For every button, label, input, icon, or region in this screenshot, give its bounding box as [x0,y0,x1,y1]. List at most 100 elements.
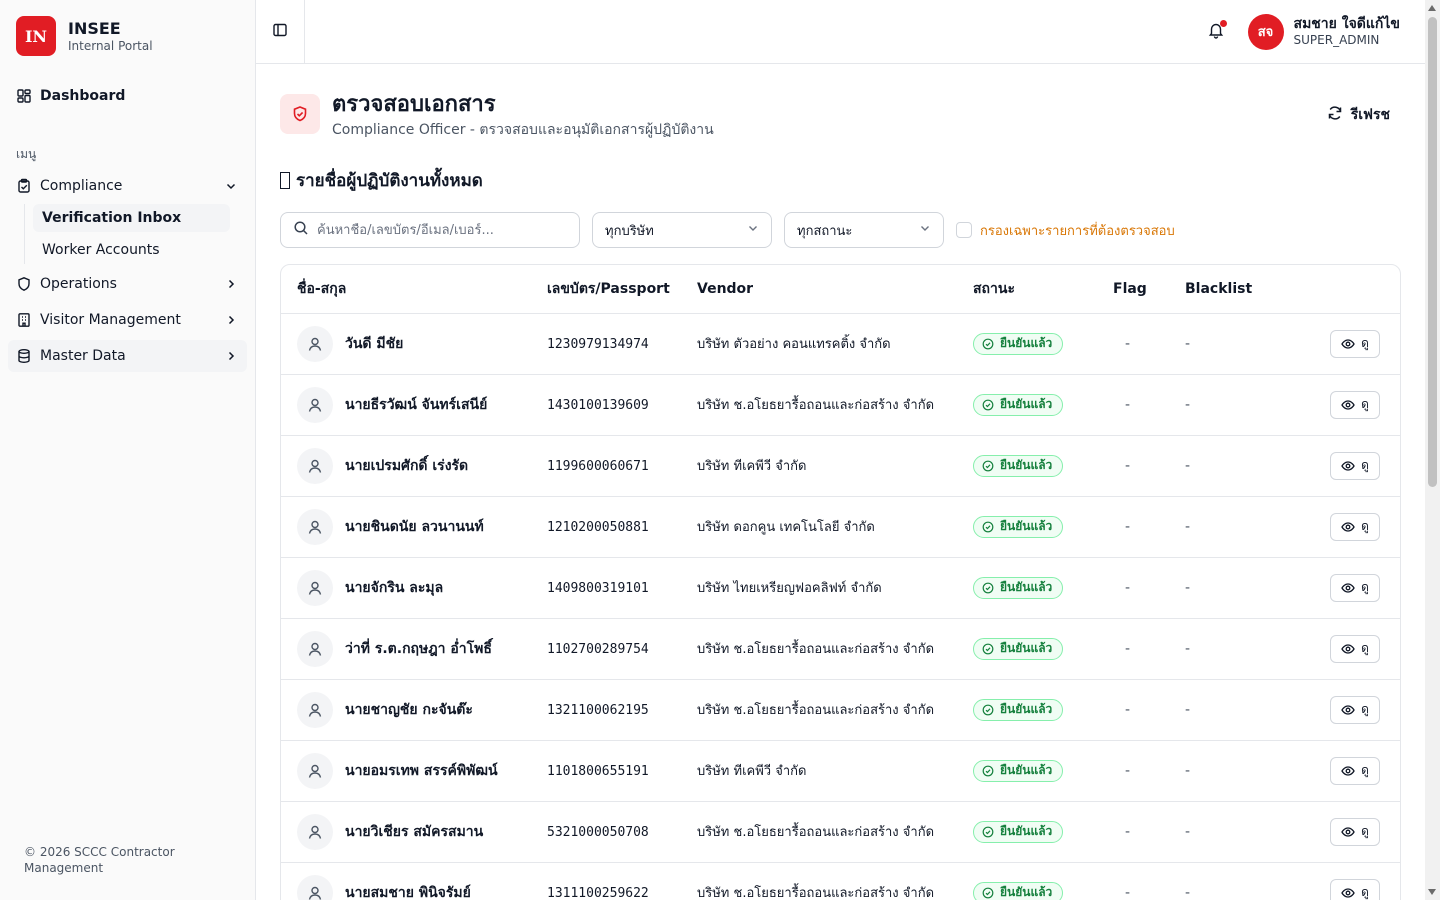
cell-vendor: บริษัท ไทยเหรียญฟอคลิฟท์ จำกัด [697,557,973,619]
page-heading: ตรวจสอบเอกสาร Compliance Officer - ตรวจส… [332,92,714,140]
column-header-blacklist[interactable]: Blacklist [1185,265,1285,314]
cell-actions: ดู [1285,801,1400,863]
refresh-button[interactable]: รีเฟรช [1327,104,1390,126]
status-badge: ยืนยันแล้ว [973,820,1064,843]
view-button[interactable]: ดู [1330,390,1380,419]
worker-name: ว่าที่ ร.ต.กฤษฎา อ่ำโพธิ์ [345,640,492,657]
column-header-vendor[interactable]: Vendor [697,265,973,314]
column-header-status[interactable]: สถานะ [973,265,1113,314]
cell-blacklist: - [1185,801,1285,863]
scroll-up-arrow[interactable] [1428,5,1436,11]
compliance-submenu: Verification Inbox Worker Accounts [24,204,255,264]
view-label: ดู [1361,824,1369,838]
sidebar-section-label: เมนู [16,147,37,161]
table-row[interactable]: นายชินดนัย ลวนานนท์ 1210200050881 บริษัท… [281,496,1400,558]
sidebar-item-label: Master Data [40,348,126,364]
topbar: สจ สมชาย ใจดีแก้ไข SUPER_ADMIN [256,0,1440,64]
cell-flag: - [1113,496,1185,558]
cell-actions: ดู [1285,496,1400,558]
table-row[interactable]: นายชาญชัย กะจันต๊ะ 1321100062195 บริษัท … [281,679,1400,741]
sidebar-toggle-button[interactable] [256,0,305,64]
avatar: สจ [1247,13,1284,50]
view-button[interactable]: ดู [1330,329,1380,358]
notifications-button[interactable] [1204,19,1228,44]
table-body: วันดี มีชัย 1230979134974 บริษัท ตัวอย่า… [281,313,1400,900]
page-content: ตรวจสอบเอกสาร Compliance Officer - ตรวจส… [256,64,1440,900]
user-menu[interactable]: สจ สมชาย ใจดีแก้ไข SUPER_ADMIN [1247,13,1400,50]
blacklist-value: - [1185,335,1191,352]
view-button[interactable]: ดู [1330,451,1380,480]
cell-name: นายเปรมศักดิ์ เร่งรัด [281,435,547,497]
sidebar-item-compliance[interactable]: Compliance [8,170,247,202]
table-row[interactable]: วันดี มีชัย 1230979134974 บริษัท ตัวอย่า… [281,313,1400,375]
view-button[interactable]: ดู [1330,878,1380,900]
cell-name: ว่าที่ ร.ต.กฤษฎา อ่ำโพธิ์ [281,618,547,680]
pending-only-checkbox[interactable] [956,222,972,238]
cell-flag: - [1113,740,1185,802]
pending-only-filter[interactable]: กรองเฉพาะรายการที่ต้องตรวจสอบ [956,220,1175,241]
scroll-thumb[interactable] [1428,17,1437,487]
cell-id: 1210200050881 [547,496,697,558]
blacklist-value: - [1185,518,1191,535]
worker-vendor: บริษัท ช.อโยธยารื้อถอนและก่อสร้าง จำกัด [697,886,935,900]
search-box[interactable] [280,212,580,248]
view-label: ดู [1361,519,1369,533]
status-select[interactable]: ทุกสถานะ [784,212,944,248]
worker-id: 1101800655191 [547,763,649,779]
status-badge: ยืนยันแล้ว [973,576,1064,599]
view-button[interactable]: ดู [1330,634,1380,663]
view-button[interactable]: ดู [1330,573,1380,602]
blacklist-value: - [1185,884,1191,900]
sidebar-item-worker-accounts[interactable]: Worker Accounts [33,236,230,264]
building-icon [16,312,32,328]
table-row[interactable]: ว่าที่ ร.ต.กฤษฎา อ่ำโพธิ์ 1102700289754 … [281,618,1400,680]
table-row[interactable]: นายวิเชียร สมัครสมาน 5321000050708 บริษั… [281,801,1400,863]
cell-blacklist: - [1185,435,1285,497]
view-label: ดู [1361,702,1369,716]
scroll-down-arrow[interactable] [1428,889,1436,895]
database-icon [16,348,32,364]
sidebar-item-visitor-management[interactable]: Visitor Management [8,304,247,336]
brand[interactable]: IN INSEE Internal Portal [0,0,255,72]
cell-id: 1101800655191 [547,740,697,802]
status-badge: ยืนยันแล้ว [973,881,1064,900]
view-button[interactable]: ดู [1330,756,1380,785]
table-row[interactable]: นายเปรมศักดิ์ เร่งรัด 1199600060671 บริษ… [281,435,1400,497]
user-name: สมชาย ใจดีแก้ไข [1293,15,1400,32]
sidebar-item-master-data[interactable]: Master Data [8,340,247,372]
status-text: ยืนยันแล้ว [1000,763,1053,777]
column-header-name[interactable]: ชื่อ-สกุล [281,265,547,314]
cell-actions: ดู [1285,313,1400,375]
cell-actions: ดู [1285,740,1400,802]
view-button[interactable]: ดู [1330,817,1380,846]
user-icon [297,569,333,606]
brand-logo: IN [16,16,56,56]
table-row[interactable]: นายอมรเทพ สรรค์พิพัฒน์ 1101800655191 บริ… [281,740,1400,802]
worker-name: นายวิเชียร สมัครสมาน [345,823,484,840]
table-row[interactable]: นายจักริน ละมุล 1409800319101 บริษัท ไทย… [281,557,1400,619]
sidebar-item-operations[interactable]: Operations [8,268,247,300]
brand-name: INSEE [68,18,121,38]
table-row[interactable]: นายธีรวัฒน์ จันทร์เสนีย์ 1430100139609 บ… [281,374,1400,436]
cell-id: 1102700289754 [547,618,697,680]
column-header-id[interactable]: เลขบัตร/Passport [547,265,697,314]
worker-id: 5321000050708 [547,824,649,840]
table-row[interactable]: นายสมชาย พินิจรัมย์ 1311100259622 บริษัท… [281,862,1400,900]
flag-value: - [1125,823,1131,840]
shield-icon [16,276,32,292]
sidebar-item-verification-inbox[interactable]: Verification Inbox [33,204,230,232]
page-scrollbar[interactable] [1425,0,1440,900]
view-button[interactable]: ดู [1330,695,1380,724]
sidebar-item-dashboard[interactable]: Dashboard [8,80,247,112]
flag-value: - [1125,701,1131,718]
cell-status: ยืนยันแล้ว [973,374,1113,436]
worker-vendor: บริษัท ทีเคพีวี จำกัด [697,764,807,779]
company-select[interactable]: ทุกบริษัท [592,212,772,248]
status-text: ยืนยันแล้ว [1000,458,1053,472]
cell-name: นายชาญชัย กะจันต๊ะ [281,679,547,741]
search-input[interactable] [317,222,557,238]
column-header-flag[interactable]: Flag [1113,265,1185,314]
cell-status: ยืนยันแล้ว [973,679,1113,741]
view-button[interactable]: ดู [1330,512,1380,541]
worker-vendor: บริษัท ทีเคพีวี จำกัด [697,459,807,474]
